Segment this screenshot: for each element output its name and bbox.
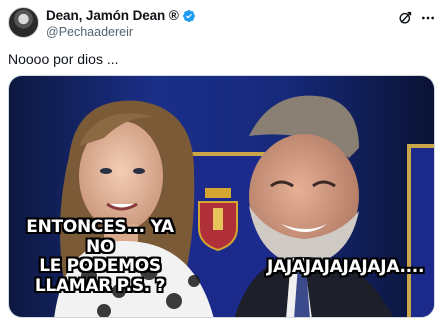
more-options-icon[interactable]	[420, 10, 436, 26]
tweet-media-image[interactable]: ENTONCES... YA NO LE PODEMOS LLAMAR P.S.…	[8, 75, 435, 318]
meme-caption-right: JAJAJAJAJAJAJA....	[267, 257, 425, 277]
verified-badge-icon	[182, 9, 195, 22]
meme-caption-left: ENTONCES... YA NO LE PODEMOS LLAMAR P.S.…	[26, 217, 174, 296]
author-display-name[interactable]: Dean, Jamón Dean ®	[46, 8, 179, 23]
author-name-row: Dean, Jamón Dean ®	[46, 8, 196, 23]
grok-icon[interactable]	[397, 9, 414, 26]
author-avatar[interactable]	[8, 7, 39, 38]
author-handle[interactable]: @Pechaadereir	[46, 25, 133, 39]
tweet-text: Noooo por dios ...	[8, 51, 119, 67]
